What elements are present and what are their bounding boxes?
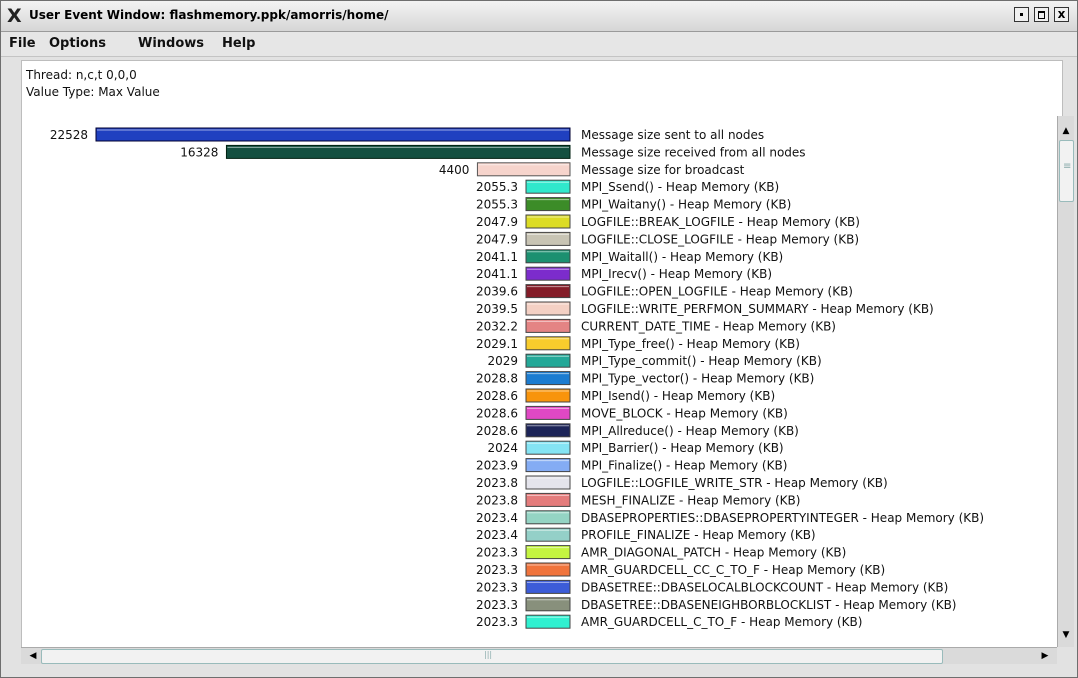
- bar-value: 2028.6: [476, 424, 518, 438]
- vertical-scroll-thumb[interactable]: [1059, 140, 1074, 202]
- bar-label: MPI_Ssend() - Heap Memory (KB): [581, 180, 779, 194]
- bar-value: 2028.8: [476, 372, 518, 386]
- bar-value: 2041.1: [476, 267, 518, 281]
- bar-label: AMR_DIAGONAL_PATCH - Heap Memory (KB): [581, 546, 846, 560]
- window-title: User Event Window: flashmemory.ppk/amorr…: [29, 8, 389, 22]
- horizontal-scrollbar[interactable]: ◀ ▶: [21, 647, 1057, 664]
- menu-windows[interactable]: Windows: [138, 36, 204, 51]
- x11-icon: X: [7, 5, 22, 27]
- bar-label: MOVE_BLOCK - Heap Memory (KB): [581, 406, 788, 420]
- bar-label: MPI_Type_commit() - Heap Memory (KB): [581, 354, 822, 368]
- bar-label: AMR_GUARDCELL_C_TO_F - Heap Memory (KB): [581, 615, 862, 629]
- bar-label: MPI_Type_free() - Heap Memory (KB): [581, 337, 800, 351]
- bar-label: MPI_Barrier() - Heap Memory (KB): [581, 441, 784, 455]
- bar-label: PROFILE_FINALIZE - Heap Memory (KB): [581, 528, 816, 542]
- bar-value: 2047.9: [476, 232, 518, 246]
- minimize-button[interactable]: [1014, 7, 1029, 22]
- bar-label: MPI_Irecv() - Heap Memory (KB): [581, 267, 772, 281]
- status-bar: [1, 665, 1077, 677]
- bar-label: DBASETREE::DBASENEIGHBORBLOCKLIST - Heap…: [581, 598, 957, 612]
- menu-options[interactable]: Options: [49, 36, 106, 51]
- bar-value: 2029.1: [476, 337, 518, 351]
- bar-label: Message size sent to all nodes: [581, 128, 764, 142]
- menu-help[interactable]: Help: [222, 36, 255, 51]
- scroll-up-icon[interactable]: ▲: [1058, 124, 1074, 138]
- bar-label: DBASEPROPERTIES::DBASEPROPERTYINTEGER - …: [581, 511, 984, 525]
- bar-label: MESH_FINALIZE - Heap Memory (KB): [581, 493, 800, 507]
- bar-label: LOGFILE::OPEN_LOGFILE - Heap Memory (KB): [581, 285, 853, 299]
- scroll-left-icon[interactable]: ◀: [25, 648, 41, 664]
- bar-value: 2023.9: [476, 459, 518, 473]
- bar-value: 2023.4: [476, 511, 518, 525]
- bar-label: MPI_Waitany() - Heap Memory (KB): [581, 198, 791, 212]
- user-event-window: X User Event Window: flashmemory.ppk/amo…: [0, 0, 1078, 678]
- menu-file[interactable]: File: [9, 36, 36, 51]
- bar-label: MPI_Type_vector() - Heap Memory (KB): [581, 372, 814, 386]
- bar-value: 2023.3: [476, 615, 518, 629]
- bar-value: 2023.3: [476, 563, 518, 577]
- bar-value: 22528: [50, 128, 88, 142]
- scroll-right-icon[interactable]: ▶: [1037, 648, 1053, 664]
- bar-value: 2047.9: [476, 215, 518, 229]
- info-panel: Thread: n,c,t 0,0,0 Value Type: Max Valu…: [21, 60, 1063, 117]
- bar-label: Message size for broadcast: [581, 163, 745, 177]
- title-bar[interactable]: X User Event Window: flashmemory.ppk/amo…: [1, 1, 1077, 32]
- bar-value: 2032.2: [476, 319, 518, 333]
- vertical-scrollbar[interactable]: ▲ ▼: [1057, 116, 1074, 647]
- bar-label: MPI_Allreduce() - Heap Memory (KB): [581, 424, 799, 438]
- bar-value: 2023.8: [476, 476, 518, 490]
- bar-label: MPI_Finalize() - Heap Memory (KB): [581, 459, 787, 473]
- bar-label: CURRENT_DATE_TIME - Heap Memory (KB): [581, 319, 836, 333]
- horizontal-scroll-thumb[interactable]: [41, 649, 943, 664]
- bar-value: 2023.3: [476, 598, 518, 612]
- value-type-info: Value Type: Max Value: [26, 85, 160, 99]
- bar-label: MPI_Isend() - Heap Memory (KB): [581, 389, 775, 403]
- bar-value: 2039.6: [476, 285, 518, 299]
- bar-value: 2024: [487, 441, 518, 455]
- bar-label: LOGFILE::WRITE_PERFMON_SUMMARY - Heap Me…: [581, 302, 934, 316]
- bar-label: DBASETREE::DBASELOCALBLOCKCOUNT - Heap M…: [581, 580, 948, 594]
- bar-value: 2039.5: [476, 302, 518, 316]
- scroll-down-icon[interactable]: ▼: [1058, 628, 1074, 642]
- bar-value: 2029: [487, 354, 518, 368]
- bar-label: Message size received from all nodes: [581, 145, 806, 159]
- thread-info: Thread: n,c,t 0,0,0: [26, 68, 137, 82]
- bar-label: AMR_GUARDCELL_CC_C_TO_F - Heap Memory (K…: [581, 563, 885, 577]
- bar-label: LOGFILE::LOGFILE_WRITE_STR - Heap Memory…: [581, 476, 888, 490]
- maximize-button[interactable]: [1034, 7, 1049, 22]
- bar-value: 2023.3: [476, 580, 518, 594]
- bar-value: 2023.4: [476, 528, 518, 542]
- menu-bar: File Options Windows Help: [1, 32, 1077, 57]
- bar-value: 16328: [180, 145, 218, 159]
- bar-value: 4400: [439, 163, 470, 177]
- bar-value: 2028.6: [476, 389, 518, 403]
- bar-chart: 22528 Message size sent to all nodes 16328…: [50, 127, 984, 629]
- bar-value: 2023.3: [476, 546, 518, 560]
- bar-value: 2055.3: [476, 198, 518, 212]
- bar-value: 2041.1: [476, 250, 518, 264]
- close-button[interactable]: x: [1054, 7, 1069, 22]
- bar-value: 2028.6: [476, 406, 518, 420]
- bar-label: LOGFILE::BREAK_LOGFILE - Heap Memory (KB…: [581, 215, 860, 229]
- bar-label: MPI_Waitall() - Heap Memory (KB): [581, 250, 783, 264]
- bar-chart-panel: 22528 Message size sent to all nodes 16328…: [21, 116, 1058, 647]
- bar-value: 2055.3: [476, 180, 518, 194]
- bar-label: LOGFILE::CLOSE_LOGFILE - Heap Memory (KB…: [581, 232, 859, 246]
- bar-value: 2023.8: [476, 493, 518, 507]
